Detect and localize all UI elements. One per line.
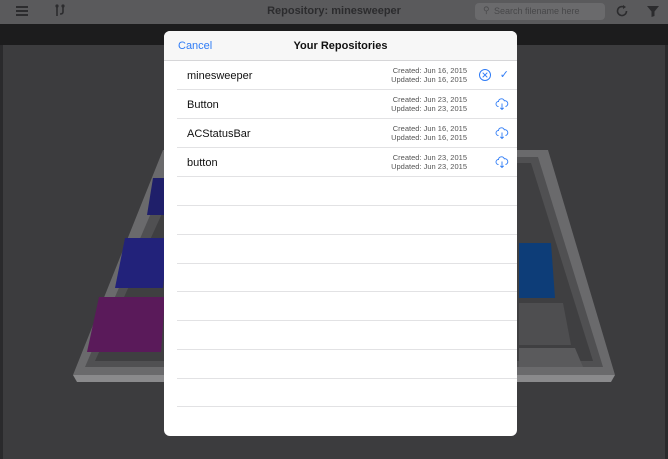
modal-title: Your Repositories xyxy=(293,40,388,52)
cloud-download-icon[interactable] xyxy=(495,155,509,169)
repository-dates: Created: Jun 23, 2015 Updated: Jun 23, 2… xyxy=(391,95,467,113)
empty-row-divider xyxy=(177,349,517,350)
repository-name: Button xyxy=(187,99,219,111)
empty-row-divider xyxy=(177,263,517,264)
search-icon: ⚲ xyxy=(483,5,490,15)
repository-row-button[interactable]: Button Created: Jun 23, 2015 Updated: Ju… xyxy=(177,90,517,119)
filter-icon[interactable] xyxy=(645,3,661,19)
updated-date: Updated: Jun 16, 2015 xyxy=(391,133,467,142)
search-input[interactable]: ⚲ Search filename here xyxy=(475,3,605,20)
created-date: Created: Jun 23, 2015 xyxy=(392,95,467,104)
repository-row-acstatusbar[interactable]: ACStatusBar Created: Jun 16, 2015 Update… xyxy=(177,119,517,148)
cancel-button[interactable]: Cancel xyxy=(178,40,212,52)
repository-name: button xyxy=(187,157,218,169)
updated-date: Updated: Jun 16, 2015 xyxy=(391,75,467,84)
cloud-download-icon[interactable] xyxy=(495,97,509,111)
cloud-download-icon[interactable] xyxy=(495,126,509,140)
repository-name: ACStatusBar xyxy=(187,128,251,140)
top-nav-bar: Repository: minesweeper ⚲ Search filenam… xyxy=(0,0,668,24)
empty-row-divider xyxy=(177,291,517,292)
updated-date: Updated: Jun 23, 2015 xyxy=(391,104,467,113)
repository-row-minesweeper[interactable]: minesweeper Created: Jun 16, 2015 Update… xyxy=(177,61,517,90)
repositories-modal: Cancel Your Repositories minesweeper Cre… xyxy=(164,31,517,436)
empty-row-divider xyxy=(177,234,517,235)
empty-row-divider xyxy=(177,320,517,321)
search-placeholder: Search filename here xyxy=(494,6,580,16)
repository-dates: Created: Jun 16, 2015 Updated: Jun 16, 2… xyxy=(391,66,467,84)
created-date: Created: Jun 23, 2015 xyxy=(392,153,467,162)
close-circle-icon[interactable] xyxy=(478,68,492,82)
empty-row-divider xyxy=(177,406,517,407)
repository-dates: Created: Jun 23, 2015 Updated: Jun 23, 2… xyxy=(391,153,467,171)
created-date: Created: Jun 16, 2015 xyxy=(392,66,467,75)
repository-dates: Created: Jun 16, 2015 Updated: Jun 16, 2… xyxy=(391,124,467,142)
empty-row-divider xyxy=(177,205,517,206)
repository-row-button-lowercase[interactable]: button Created: Jun 23, 2015 Updated: Ju… xyxy=(177,148,517,177)
updated-date: Updated: Jun 23, 2015 xyxy=(391,162,467,171)
empty-row-divider xyxy=(177,378,517,379)
created-date: Created: Jun 16, 2015 xyxy=(392,124,467,133)
checkmark-icon: ✓ xyxy=(499,69,509,81)
refresh-icon[interactable] xyxy=(614,3,630,19)
modal-header: Cancel Your Repositories xyxy=(164,31,517,61)
repository-name: minesweeper xyxy=(187,70,253,82)
